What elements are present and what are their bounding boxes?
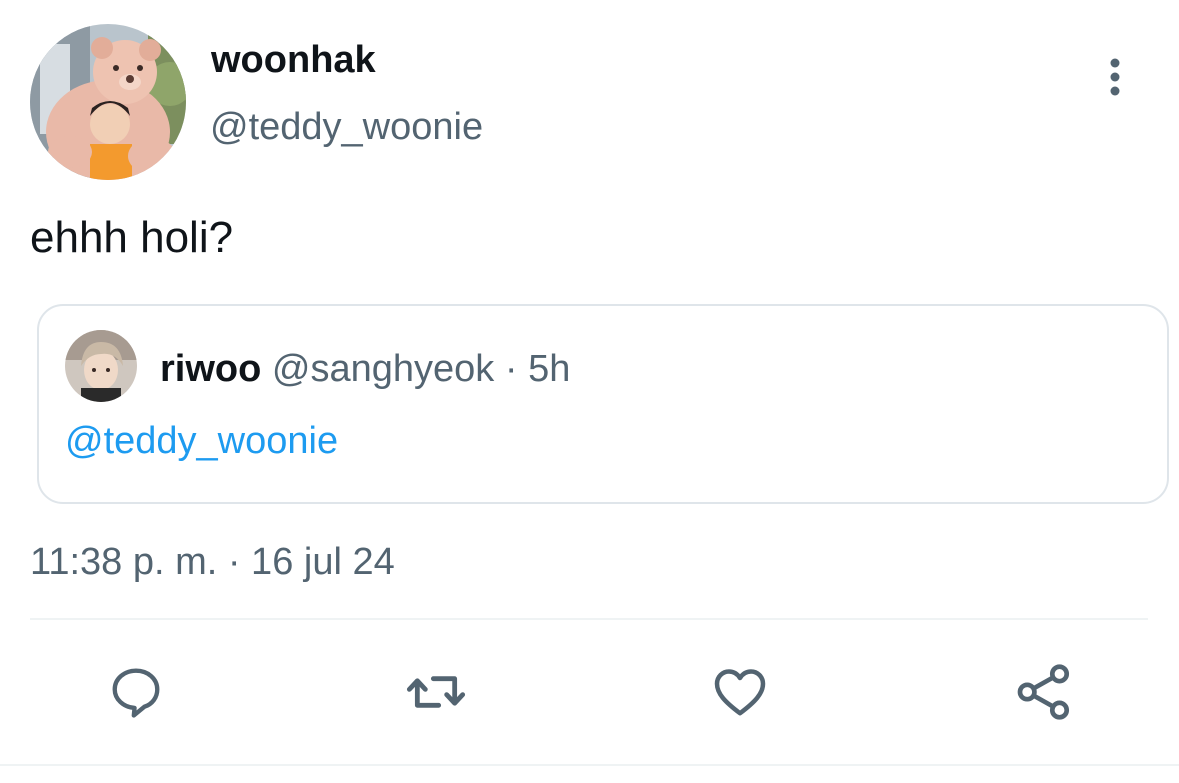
quoted-tweet-card[interactable]: riwoo @sanghyeok · 5h @teddy_woonie	[37, 304, 1169, 504]
share-icon	[1017, 664, 1070, 720]
like-button[interactable]	[708, 660, 772, 724]
quoted-author-handle[interactable]: @sanghyeok	[272, 348, 494, 390]
quoted-separator: ·	[494, 348, 529, 390]
share-button[interactable]	[1012, 660, 1076, 724]
quoted-author-name[interactable]: riwoo	[160, 348, 261, 390]
heart-icon	[714, 669, 766, 716]
retweet-icon	[406, 676, 466, 708]
bottom-divider	[0, 764, 1179, 766]
more-options-button[interactable]	[1095, 50, 1135, 104]
more-vertical-icon	[1110, 58, 1120, 96]
tweet-timestamp[interactable]: 11:38 p. m. · 16 jul 24	[30, 539, 395, 585]
author-avatar[interactable]	[30, 24, 186, 180]
teddy-bear-photo-avatar	[30, 24, 186, 180]
quoted-tweet-header: riwoo @sanghyeok · 5h	[160, 346, 570, 392]
tweet-text: ehhh holi?	[30, 213, 234, 262]
quoted-tweet-mention-link[interactable]: @teddy_woonie	[65, 418, 338, 464]
reply-button[interactable]	[104, 660, 168, 724]
author-handle[interactable]: @teddy_woonie	[210, 105, 483, 149]
person-photo-avatar	[65, 330, 137, 402]
divider	[30, 618, 1148, 620]
author-name[interactable]: woonhak	[211, 38, 376, 82]
reply-icon	[112, 668, 160, 718]
retweet-button[interactable]	[404, 660, 468, 724]
quoted-author-avatar[interactable]	[65, 330, 137, 402]
quoted-tweet-age: 5h	[528, 348, 571, 390]
